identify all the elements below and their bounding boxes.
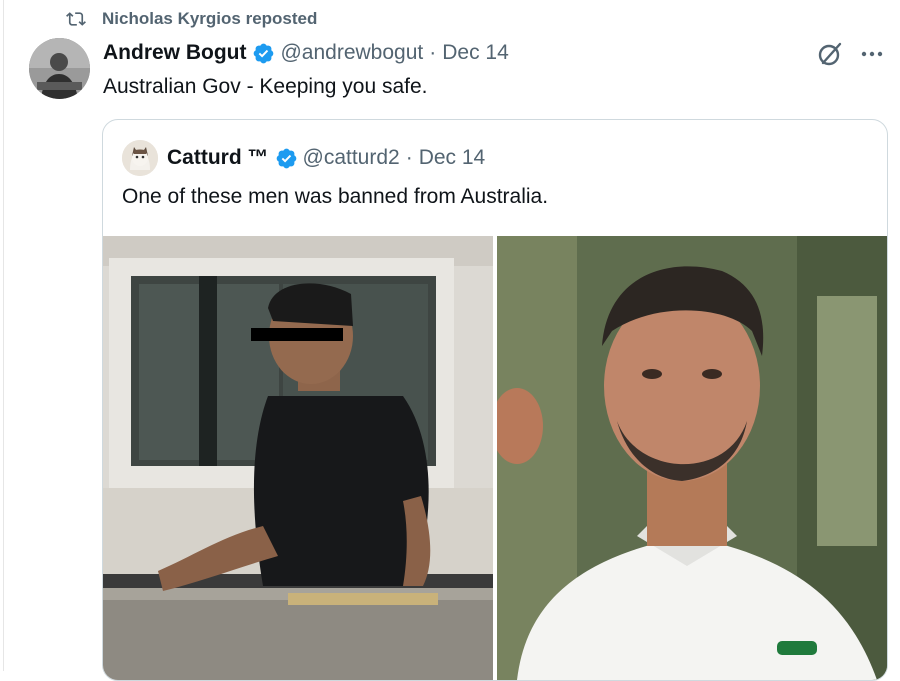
quote-author-name[interactable]: Catturd ™ (167, 146, 269, 170)
repost-icon (66, 12, 86, 26)
verified-badge-icon[interactable] (252, 42, 275, 65)
timeline-border (3, 0, 4, 671)
quote-avatar[interactable] (122, 140, 158, 176)
verified-badge-icon[interactable] (275, 147, 298, 170)
quote-text: One of these men was banned from Austral… (122, 185, 549, 208)
quoted-tweet-card[interactable]: Catturd ™ @catturd2 · Dec 14 One of thes… (102, 119, 888, 681)
avatar-image (29, 38, 90, 99)
cat-avatar-image (122, 140, 158, 176)
quote-header: Catturd ™ @catturd2 · Dec 14 (122, 140, 485, 176)
separator-dot: · (429, 41, 437, 64)
quote-author-handle[interactable]: @catturd2 (303, 146, 400, 170)
repost-label: Nicholas Kyrgios reposted (102, 9, 318, 28)
more-icon[interactable] (858, 40, 886, 68)
photo-tennis-player[interactable] (497, 236, 887, 680)
author-name[interactable]: Andrew Bogut (103, 41, 246, 65)
grok-icon[interactable] (816, 40, 844, 68)
quote-media (103, 236, 887, 680)
tweet-header: Andrew Bogut @andrewbogut · Dec 14 (103, 38, 509, 68)
quote-date[interactable]: Dec 14 (419, 146, 486, 170)
tweet-text: Australian Gov - Keeping you safe. (103, 75, 428, 98)
repost-context[interactable]: Nicholas Kyrgios reposted (66, 8, 317, 30)
tweet-date[interactable]: Dec 14 (442, 41, 509, 65)
author-handle[interactable]: @andrewbogut (280, 41, 423, 65)
avatar[interactable] (29, 38, 90, 99)
separator-dot: · (405, 146, 413, 169)
photo-man-on-balcony[interactable] (103, 236, 493, 680)
